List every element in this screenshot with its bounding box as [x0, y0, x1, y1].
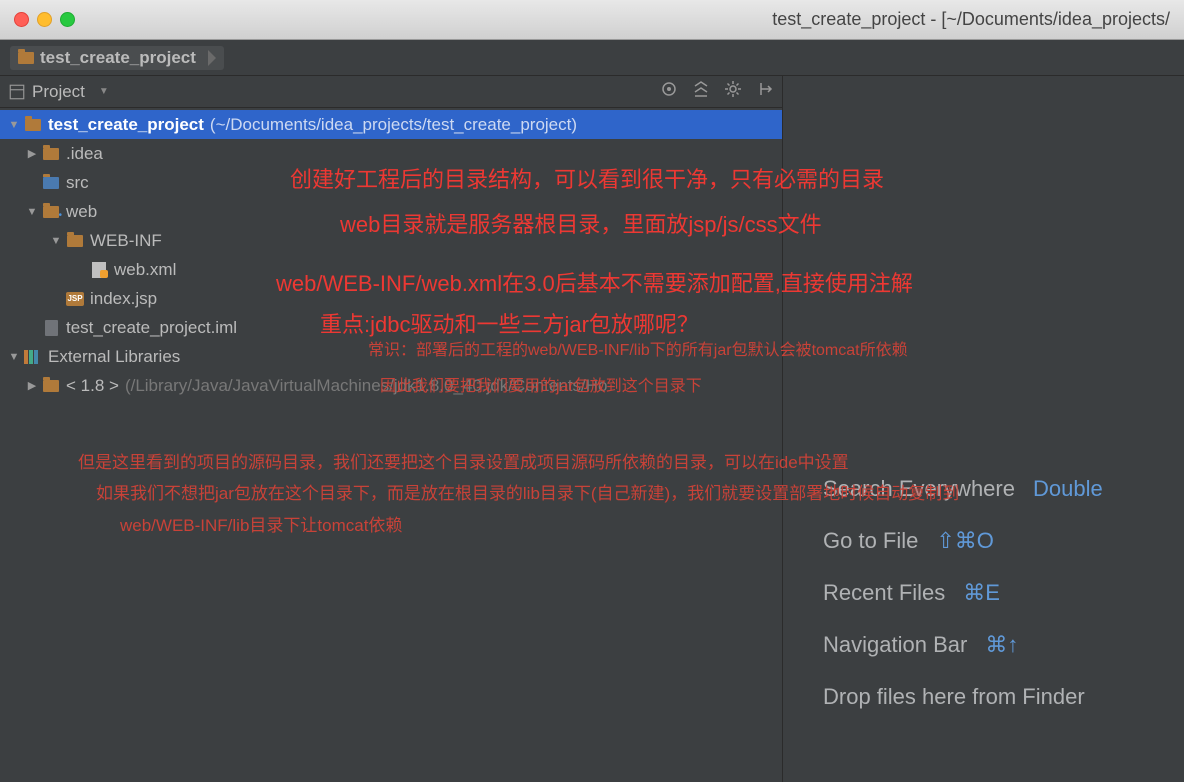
close-window-button[interactable]	[14, 12, 29, 27]
breadcrumb-label: test_create_project	[40, 48, 196, 68]
tree-label: web.xml	[114, 260, 176, 280]
breadcrumb-bar: test_create_project	[0, 40, 1184, 76]
expander-icon[interactable]: ▶	[24, 147, 40, 160]
hint-label: Drop files here from Finder	[823, 684, 1085, 710]
annotation-text: 常识：部署后的工程的web/WEB-INF/lib下的所有jar包默认会被tom…	[368, 340, 908, 362]
annotation-text: 但是这里看到的项目的源码目录，我们还要把这个目录设置成项目源码所依赖的目录，可以…	[78, 451, 849, 475]
tree-label: web	[66, 202, 97, 222]
tree-path: (~/Documents/idea_projects/test_create_p…	[210, 115, 577, 135]
expander-icon[interactable]: ▶	[24, 379, 40, 392]
folder-icon	[43, 380, 59, 392]
project-icon	[8, 83, 26, 101]
window-titlebar: test_create_project - [~/Documents/idea_…	[0, 0, 1184, 40]
expander-icon[interactable]: ▼	[24, 206, 40, 218]
annotation-text: web/WEB-INF/web.xml在3.0后基本不需要添加配置,直接使用注解	[276, 269, 913, 300]
window-title: test_create_project - [~/Documents/idea_…	[75, 9, 1170, 30]
annotation-text: 如果我们不想把jar包放在这个目录下，而是放在根目录的lib目录下(自己新建)，…	[96, 482, 959, 506]
project-panel-header: Project ▼	[0, 76, 782, 108]
breadcrumb-root[interactable]: test_create_project	[10, 46, 224, 70]
xml-file-icon	[92, 262, 106, 278]
expander-icon[interactable]: ▼	[48, 235, 64, 247]
hint-navigation-bar: Navigation Bar ⌘↑	[823, 632, 1184, 658]
library-icon	[24, 350, 42, 364]
annotation-text: web目录就是服务器根目录，里面放jsp/js/css文件	[340, 210, 822, 241]
tree-label: src	[66, 173, 89, 193]
tree-label: < 1.8 >	[66, 376, 119, 396]
expander-icon[interactable]: ▼	[6, 119, 22, 131]
hint-shortcut: ⇧⌘O	[936, 528, 994, 554]
maximize-window-button[interactable]	[60, 12, 75, 27]
hint-label: Navigation Bar	[823, 632, 967, 658]
tree-root[interactable]: ▼ test_create_project (~/Documents/idea_…	[0, 110, 782, 139]
scroll-from-source-icon[interactable]	[660, 80, 678, 103]
minimize-window-button[interactable]	[37, 12, 52, 27]
iml-file-icon	[45, 320, 58, 336]
hint-recent-files: Recent Files ⌘E	[823, 580, 1184, 606]
source-folder-icon	[43, 177, 59, 189]
annotation-text: web/WEB-INF/lib目录下让tomcat依赖	[120, 514, 402, 538]
gear-icon[interactable]	[724, 80, 742, 103]
hint-label: Recent Files	[823, 580, 945, 606]
folder-icon	[25, 119, 41, 131]
annotation-text: 因此我们要把我们要用的jar包放到这个目录下	[380, 376, 702, 398]
tree-label: test_create_project	[48, 115, 204, 135]
tree-label: .idea	[66, 144, 103, 164]
tree-item-idea[interactable]: ▶ .idea	[0, 139, 782, 168]
collapse-all-icon[interactable]	[692, 80, 710, 103]
tree-label: index.jsp	[90, 289, 157, 309]
annotation-text: 重点:jdbc驱动和一些三方jar包放哪呢？	[320, 310, 699, 341]
tree-label: External Libraries	[48, 347, 180, 367]
tree-label: WEB-INF	[90, 231, 162, 251]
project-panel-title[interactable]: Project ▼	[8, 82, 109, 102]
project-panel-label: Project	[32, 82, 85, 102]
hint-drop-files: Drop files here from Finder	[823, 684, 1184, 710]
hint-shortcut: ⌘E	[963, 580, 1000, 606]
chevron-down-icon: ▼	[99, 86, 109, 97]
folder-icon	[18, 52, 34, 64]
hint-shortcut: Double	[1033, 476, 1103, 502]
hint-goto-file: Go to File ⇧⌘O	[823, 528, 1184, 554]
web-folder-icon	[43, 206, 59, 218]
hide-panel-icon[interactable]	[756, 80, 774, 103]
tree-label: test_create_project.iml	[66, 318, 237, 338]
traffic-lights	[14, 12, 75, 27]
folder-icon	[67, 235, 83, 247]
annotation-text: 创建好工程后的目录结构，可以看到很干净，只有必需的目录	[290, 165, 884, 196]
hint-shortcut: ⌘↑	[985, 632, 1018, 658]
folder-icon	[43, 148, 59, 160]
expander-icon[interactable]: ▼	[6, 351, 22, 363]
jsp-file-icon: JSP	[66, 292, 84, 306]
hint-label: Go to File	[823, 528, 918, 554]
